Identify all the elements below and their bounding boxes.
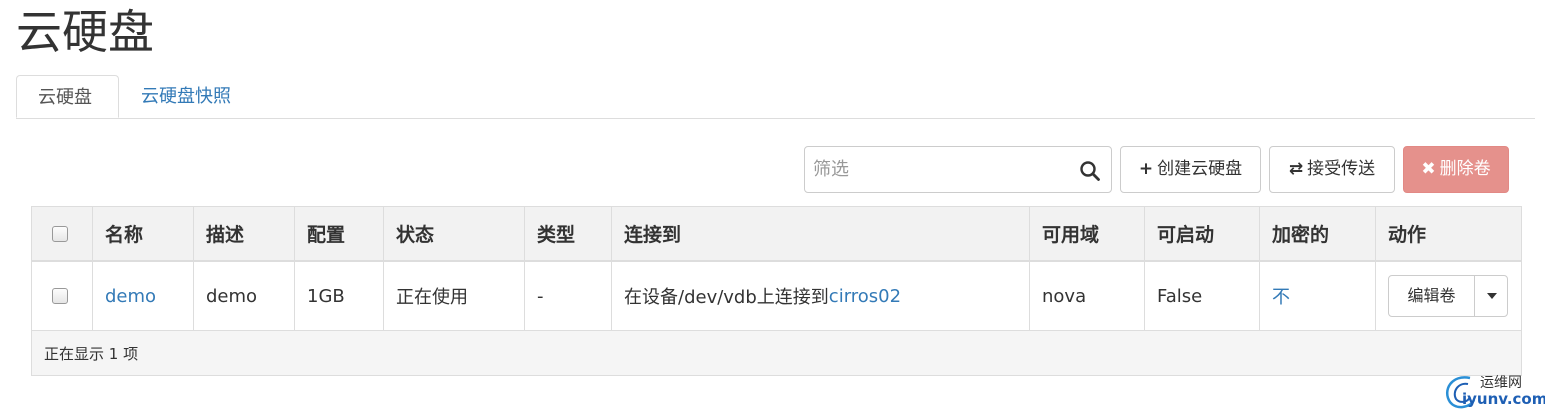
volume-bootable: False bbox=[1145, 262, 1260, 330]
accept-transfer-label: 接受传送 bbox=[1307, 159, 1376, 179]
search-icon[interactable] bbox=[1079, 160, 1101, 182]
row-select-cell bbox=[32, 262, 93, 330]
header-description[interactable]: 描述 bbox=[194, 207, 295, 260]
plus-icon: + bbox=[1138, 159, 1154, 179]
tab-bar: 云硬盘 云硬盘快照 bbox=[16, 75, 1535, 119]
volume-encrypted-link[interactable]: 不 bbox=[1272, 283, 1290, 309]
header-bootable[interactable]: 可启动 bbox=[1145, 207, 1260, 260]
volume-name-link[interactable]: demo bbox=[105, 286, 156, 307]
tab-volume-snapshots[interactable]: 云硬盘快照 bbox=[120, 75, 252, 118]
tab-volumes[interactable]: 云硬盘 bbox=[16, 75, 119, 118]
volume-type: - bbox=[525, 262, 612, 330]
header-size[interactable]: 配置 bbox=[295, 207, 384, 260]
create-volume-button[interactable]: + 创建云硬盘 bbox=[1120, 146, 1261, 193]
header-type[interactable]: 类型 bbox=[525, 207, 612, 260]
actions-dropdown-toggle[interactable] bbox=[1475, 276, 1507, 316]
volume-status: 正在使用 bbox=[384, 262, 525, 330]
volume-availability-zone: nova bbox=[1030, 262, 1145, 330]
accept-transfer-button[interactable]: ⇄ 接受传送 bbox=[1269, 146, 1395, 193]
caret-down-icon bbox=[1487, 293, 1497, 299]
attached-instance-link[interactable]: cirros02 bbox=[829, 286, 901, 307]
transfer-icon: ⇄ bbox=[1288, 159, 1304, 179]
header-encrypted[interactable]: 加密的 bbox=[1260, 207, 1376, 260]
header-select-all bbox=[32, 207, 93, 260]
delete-volumes-label: 删除卷 bbox=[1439, 159, 1491, 179]
select-all-checkbox[interactable] bbox=[52, 225, 68, 242]
header-name[interactable]: 名称 bbox=[93, 207, 194, 260]
header-availability-zone[interactable]: 可用域 bbox=[1030, 207, 1145, 260]
table-header-row: 名称 描述 配置 状态 类型 连接到 可用域 可启动 加密的 动作 bbox=[32, 207, 1521, 262]
create-volume-label: 创建云硬盘 bbox=[1157, 159, 1243, 179]
volume-encrypted-cell: 不 bbox=[1260, 262, 1376, 330]
header-actions: 动作 bbox=[1388, 224, 1427, 246]
filter-input[interactable] bbox=[805, 147, 1081, 192]
table-row: demo demo 1GB 正在使用 - 在设备/dev/vdb上连接到 cirr… bbox=[32, 262, 1521, 331]
delete-volumes-button[interactable]: ✖ 删除卷 bbox=[1403, 146, 1509, 193]
volume-description: demo bbox=[194, 262, 295, 330]
close-icon: ✖ bbox=[1421, 159, 1436, 179]
attached-to-text: 在设备/dev/vdb上连接到 bbox=[624, 287, 829, 308]
row-actions-group: 编辑卷 bbox=[1388, 275, 1508, 317]
row-checkbox[interactable] bbox=[52, 288, 68, 304]
volume-actions-cell: 编辑卷 bbox=[1376, 262, 1521, 330]
watermark-text-cn: 运维网 bbox=[1480, 375, 1522, 391]
page-title: 云硬盘 bbox=[16, 5, 154, 59]
volume-attached-to: 在设备/dev/vdb上连接到 cirros02 bbox=[612, 262, 1030, 330]
header-status[interactable]: 状态 bbox=[384, 207, 525, 260]
watermark-logo: 运维网 iyunv.com bbox=[1440, 372, 1545, 412]
volumes-table: 名称 描述 配置 状态 类型 连接到 可用域 可启动 加密的 动作 demo d… bbox=[31, 206, 1522, 376]
volume-size: 1GB bbox=[295, 262, 384, 330]
volume-name-cell: demo bbox=[93, 262, 194, 330]
header-attached-to[interactable]: 连接到 bbox=[612, 207, 1030, 260]
watermark-text-domain: iyunv.com bbox=[1462, 390, 1545, 408]
edit-volume-button[interactable]: 编辑卷 bbox=[1389, 276, 1475, 316]
table-footer-count: 正在显示 1 项 bbox=[44, 345, 139, 363]
filter-box bbox=[804, 146, 1112, 193]
